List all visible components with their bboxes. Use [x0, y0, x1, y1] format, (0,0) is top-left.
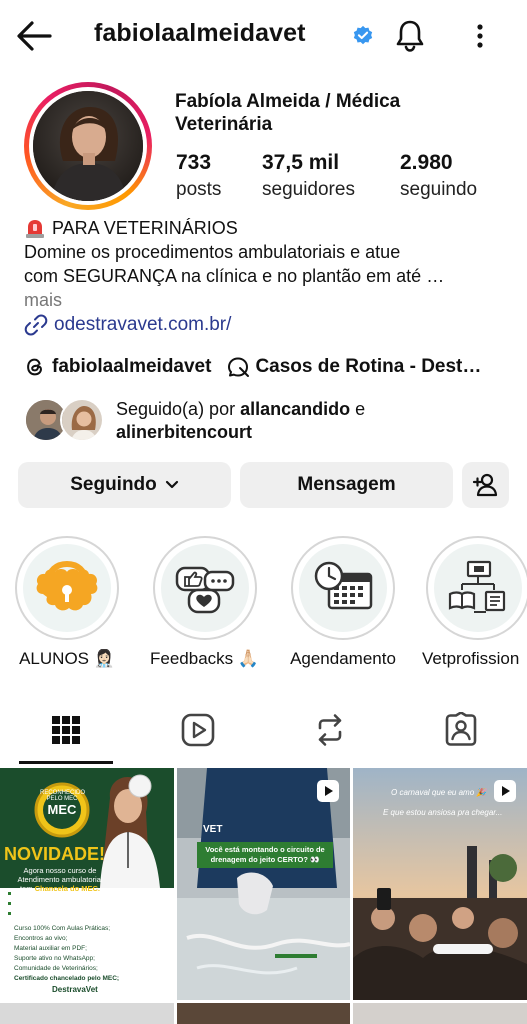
- verified-badge-icon: [353, 25, 373, 45]
- bio-line-1: Domine os procedimentos ambulatoriais e …: [24, 242, 401, 262]
- notification-bell-icon[interactable]: [394, 18, 426, 52]
- post-vet-tag: VET: [203, 824, 223, 835]
- online-learning-icon: [448, 560, 506, 613]
- followed-by-row[interactable]: Seguido(a) por allancandido e alinerbite…: [24, 396, 514, 446]
- website-link[interactable]: odestravavet.com.br/: [24, 313, 231, 337]
- post-thumbnail[interactable]: [0, 1003, 174, 1024]
- tab-tagged-icon[interactable]: [443, 712, 479, 748]
- profile-avatar-story-ring[interactable]: [24, 82, 152, 210]
- mec-badge-text: MEC: [47, 802, 77, 817]
- following-button[interactable]: Seguindo: [18, 462, 231, 508]
- channel-name[interactable]: Casos de Rotina - Dest…: [255, 356, 481, 378]
- highlight-label: Vetprofission: [422, 649, 520, 668]
- post-bullets: Curso 100% Com Aulas Práticas; Encontros…: [14, 925, 120, 982]
- reel-icon: [317, 780, 339, 802]
- back-arrow-icon[interactable]: [14, 18, 54, 54]
- followers-stat[interactable]: 37,5 mil seguidores: [262, 150, 355, 204]
- posts-grid: RECONHECIDO PELO MEC MEC NOVIDADE! Agora…: [0, 768, 527, 1024]
- reel-icon: [494, 780, 516, 802]
- post-thumbnail[interactable]: [177, 1003, 350, 1024]
- posts-stat[interactable]: 733 posts: [176, 150, 221, 204]
- highlight-vetprofission[interactable]: Vetprofission: [422, 536, 527, 669]
- profile-username: fabiolaalmeidavet: [94, 19, 306, 47]
- chevron-down-icon: [165, 480, 178, 489]
- active-tab-indicator: [19, 761, 113, 764]
- post-thumbnail[interactable]: RECONHECIDO PELO MEC MEC NOVIDADE! Agora…: [0, 768, 174, 1000]
- followers-count: 37,5 mil: [262, 151, 340, 174]
- following-count: 2.980: [400, 151, 453, 174]
- threads-icon[interactable]: [24, 356, 46, 378]
- post-subtitle: Agora nosso curso de Atendimento ambulato…: [17, 866, 103, 893]
- followed-by-text: Seguido(a) por allancandido e alinerbite…: [116, 399, 366, 442]
- more-options-icon[interactable]: [468, 20, 492, 52]
- post-thumbnail[interactable]: VET Você está montando o circuito de dre…: [177, 768, 350, 1000]
- post-caption-line-1: O carnaval que eu amo 🎉: [391, 788, 487, 797]
- highlight-feedbacks[interactable]: Feedbacks 🙏🏻…: [150, 536, 260, 669]
- threads-handle[interactable]: fabiolaalmeidavet: [52, 356, 211, 378]
- profile-content-tabs: [0, 700, 527, 764]
- post-caption: Você está montando o circuito de drenage…: [197, 842, 333, 868]
- post-brand: DestravaVet: [52, 985, 98, 994]
- highlight-agendamento[interactable]: Agendamento: [288, 536, 398, 669]
- following-stat[interactable]: 2.980 seguindo: [400, 150, 477, 204]
- calendar-clock-icon: [314, 561, 373, 610]
- threads-and-channel-row: fabiolaalmeidavet Casos de Rotina - Dest…: [24, 355, 514, 379]
- post-thumbnail[interactable]: [353, 1003, 527, 1024]
- feedback-chat-icon: [175, 566, 235, 614]
- broadcast-channel-icon: [228, 357, 250, 377]
- post-headline: NOVIDADE!: [4, 844, 106, 864]
- profile-bio: PARA VETERINÁRIOS Domine os procedimento…: [24, 216, 514, 312]
- website-url: odestravavet.com.br/: [54, 314, 232, 335]
- message-button-label: Mensagem: [297, 474, 396, 495]
- highlight-label: Agendamento: [290, 649, 396, 668]
- message-button[interactable]: Mensagem: [240, 462, 453, 508]
- tab-posts-grid-icon[interactable]: [48, 712, 84, 748]
- link-icon: [24, 314, 48, 336]
- follower-name-1[interactable]: allancandido: [240, 399, 350, 419]
- top-bar: fabiolaalmeidavet: [0, 0, 527, 72]
- post-thumbnail[interactable]: O carnaval que eu amo 🎉 E que estou ansi…: [353, 768, 527, 1000]
- tab-reposts-icon[interactable]: [312, 712, 348, 748]
- follower-avatar-2: [60, 398, 104, 442]
- bio-line-2: com SEGURANÇA na clínica e no plantão em…: [24, 266, 445, 286]
- post-caption-line-2: E que estou ansiosa pra chegar...: [383, 808, 503, 817]
- following-label: seguindo: [400, 179, 478, 200]
- profile-avatar: [33, 91, 143, 201]
- suggested-users-button[interactable]: [462, 462, 509, 508]
- bio-more-link[interactable]: mais: [24, 288, 514, 312]
- posts-count: 733: [176, 151, 212, 174]
- add-person-icon: [472, 473, 497, 497]
- tab-reels-icon[interactable]: [180, 712, 216, 748]
- mec-badge-caption: RECONHECIDO PELO MEC: [40, 790, 86, 802]
- brain-lock-icon: [36, 560, 98, 611]
- bio-title: PARA VETERINÁRIOS: [52, 218, 238, 238]
- highlight-label: ALUNOS 👩🏻‍⚕️: [19, 649, 115, 668]
- siren-emoji-icon: [26, 220, 44, 238]
- highlight-label: Feedbacks 🙏🏻…: [150, 649, 260, 668]
- followers-label: seguidores: [262, 179, 355, 200]
- following-button-label: Seguindo: [70, 474, 157, 495]
- highlight-alunos[interactable]: ALUNOS 👩🏻‍⚕️: [12, 536, 122, 669]
- posts-label: posts: [176, 179, 222, 200]
- profile-display-name: Fabíola Almeida / Médica Veterinária: [175, 91, 401, 135]
- follower-name-2[interactable]: alinerbitencourt: [116, 422, 252, 442]
